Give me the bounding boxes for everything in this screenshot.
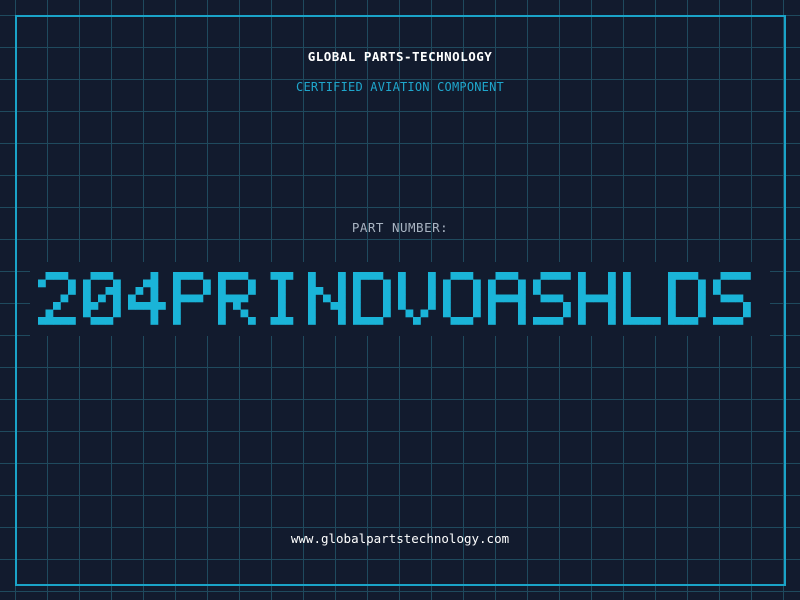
part-number-value: [38, 272, 751, 325]
part-number-char-r: [218, 272, 256, 325]
company-name: GLOBAL PARTS-TECHNOLOGY: [307, 49, 493, 64]
part-number-char-s: [533, 272, 571, 325]
part-number-char-l: [623, 272, 661, 325]
certification-subtitle: CERTIFIED AVIATION COMPONENT: [296, 80, 504, 94]
part-number-char-h: [578, 272, 616, 325]
part-number-char-d: [668, 272, 706, 325]
part-number-char-a: [488, 272, 526, 325]
part-label-card: GLOBAL PARTS-TECHNOLOGY CERTIFIED AVIATI…: [0, 0, 800, 600]
part-number-char-o: [443, 272, 481, 325]
part-number-char-p: [173, 272, 211, 325]
part-number-char-i: [270, 272, 294, 325]
part-number-char-2: [38, 272, 76, 325]
website-url: www.globalpartstechnology.com: [290, 531, 510, 546]
part-number-char-0: [83, 272, 121, 325]
part-number-char-d: [353, 272, 391, 325]
part-number-char-4: [128, 272, 166, 325]
part-number-char-v: [398, 272, 436, 325]
part-number-char-n: [308, 272, 346, 325]
part-number-label: PART NUMBER:: [351, 220, 449, 235]
part-number-char-s: [713, 272, 751, 325]
